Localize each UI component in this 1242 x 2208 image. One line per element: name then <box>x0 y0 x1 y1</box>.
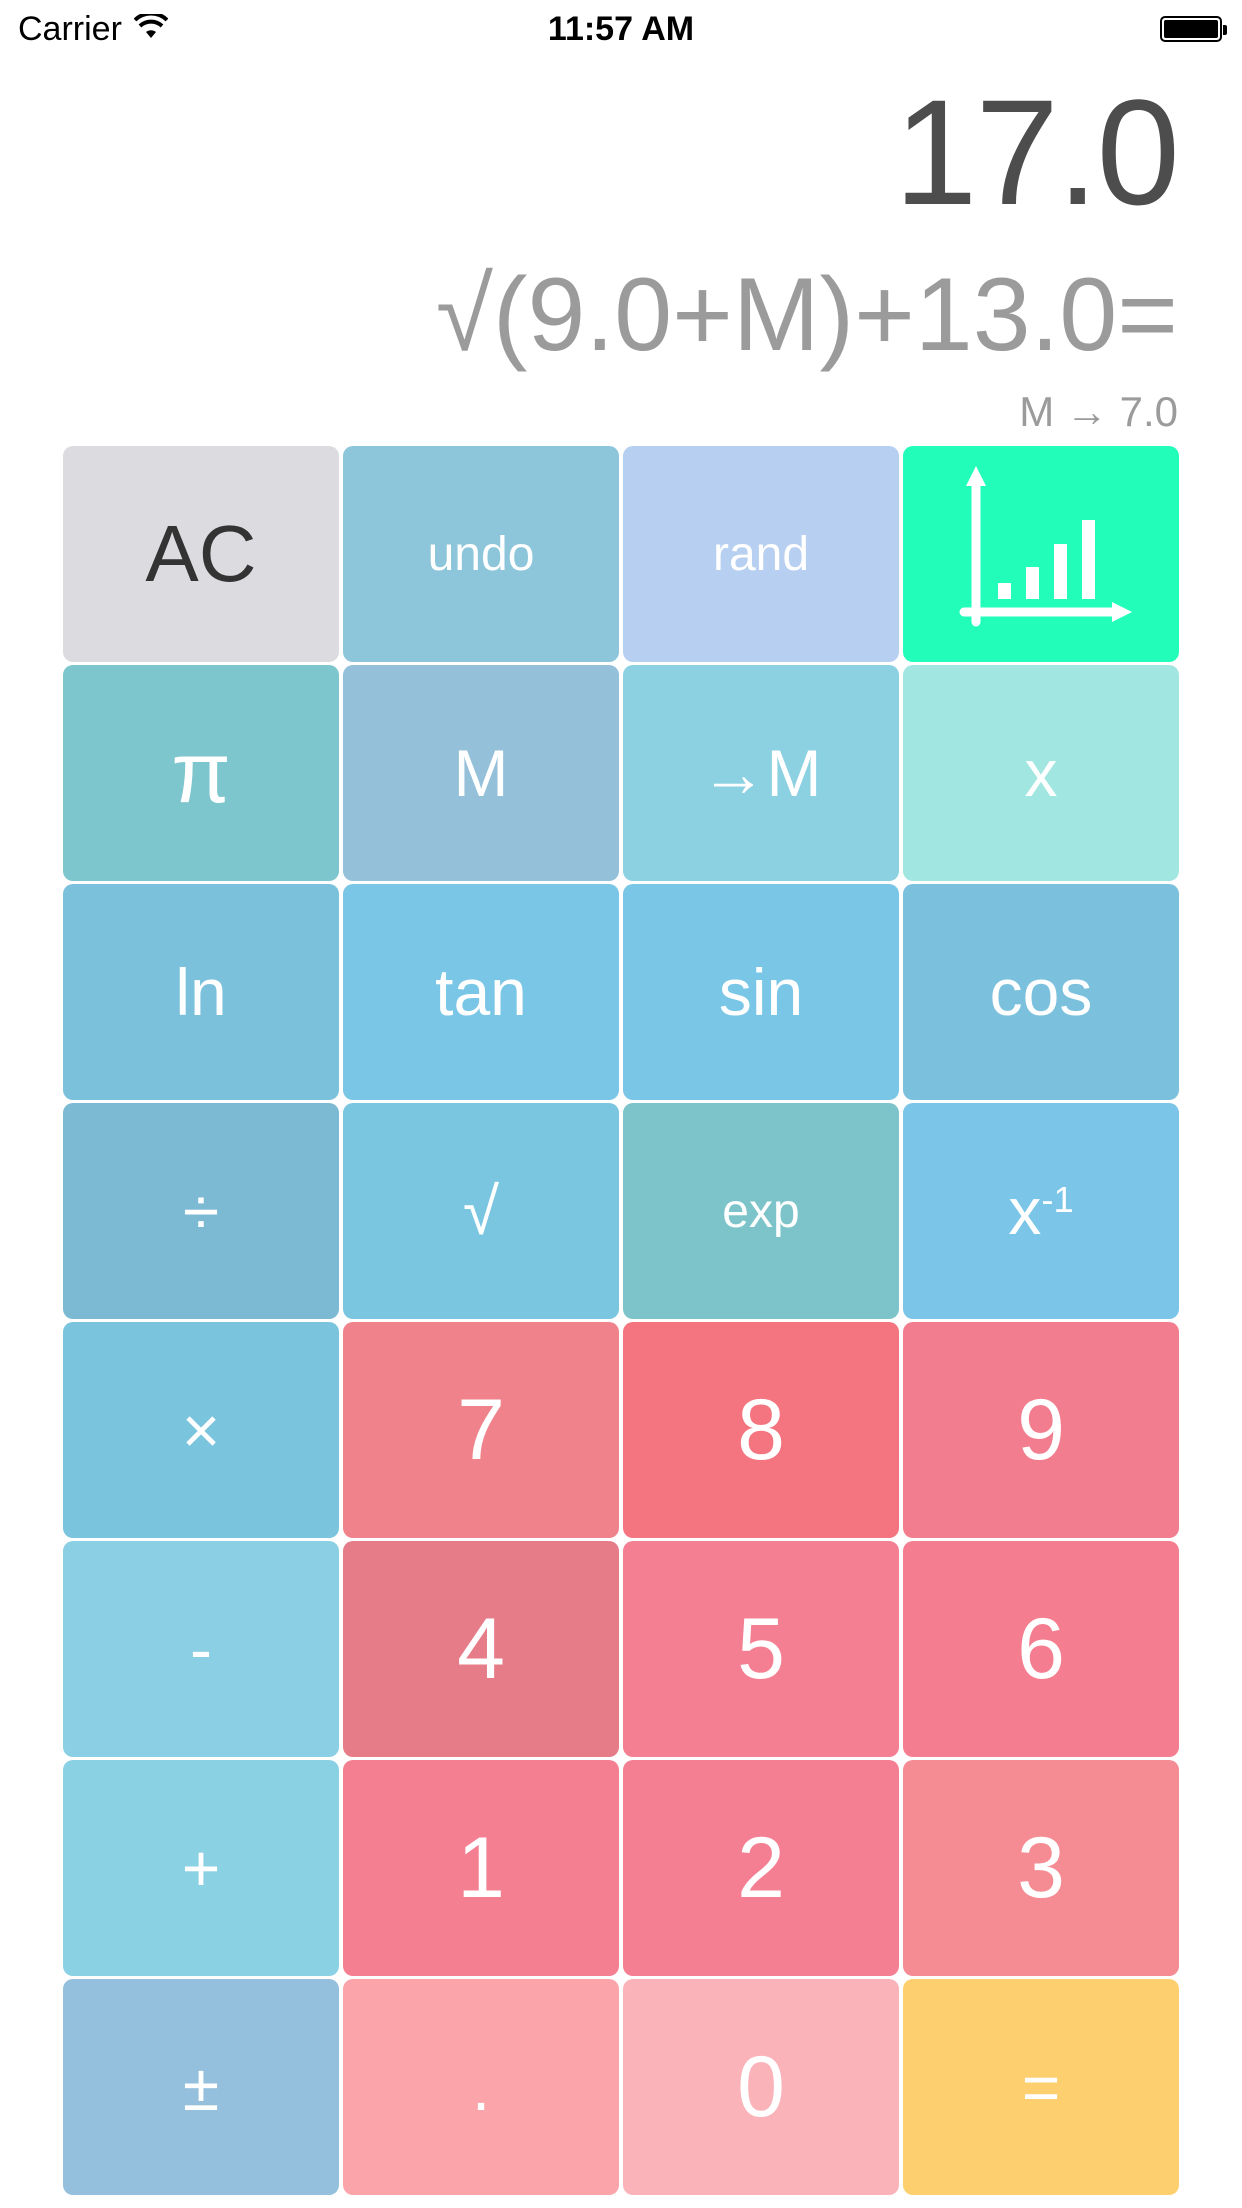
key-label: tan <box>435 955 527 1029</box>
decimal-button[interactable]: . <box>343 1979 619 2195</box>
eight-button[interactable]: 8 <box>623 1322 899 1538</box>
key-label: 6 <box>1017 1600 1065 1697</box>
key-label: undo <box>427 527 535 581</box>
key-label: 4 <box>457 1600 505 1697</box>
expression-display: √(9.0+M)+13.0= <box>435 257 1178 373</box>
key-label: exp <box>722 1184 800 1238</box>
undo-button[interactable]: undo <box>343 446 619 662</box>
key-label: π <box>171 724 231 821</box>
tan-button[interactable]: tan <box>343 884 619 1100</box>
plus-minus-button[interactable]: ± <box>63 1979 339 2195</box>
key-label: . <box>471 2050 491 2124</box>
zero-button[interactable]: 0 <box>623 1979 899 2195</box>
cos-button[interactable]: cos <box>903 884 1179 1100</box>
m-button[interactable]: M <box>343 665 619 881</box>
exp-button[interactable]: exp <box>623 1103 899 1319</box>
key-label: M <box>453 736 509 810</box>
key-label: 7 <box>457 1381 505 1478</box>
ln-button[interactable]: ln <box>63 884 339 1100</box>
key-label: + <box>181 1831 221 1905</box>
key-label: - <box>190 1612 212 1686</box>
store-m-button[interactable]: →M <box>623 665 899 881</box>
status-time: 11:57 AM <box>547 10 695 48</box>
divide-button[interactable]: ÷ <box>63 1103 339 1319</box>
nine-button[interactable]: 9 <box>903 1322 1179 1538</box>
key-label: rand <box>712 527 810 581</box>
seven-button[interactable]: 7 <box>343 1322 619 1538</box>
key-label: ln <box>175 955 227 1029</box>
four-button[interactable]: 4 <box>343 1541 619 1757</box>
key-label: 3 <box>1017 1819 1065 1916</box>
x-button[interactable]: x <box>903 665 1179 881</box>
key-label: AC <box>145 509 257 598</box>
key-label: 2 <box>737 1819 785 1916</box>
six-button[interactable]: 6 <box>903 1541 1179 1757</box>
key-label: 9 <box>1017 1381 1065 1478</box>
minus-button[interactable]: - <box>63 1541 339 1757</box>
keypad: AC undo rand π M →M x ln tan sin cos ÷ √ exp x -1 × 7 8 9-4… <box>63 446 1180 2200</box>
key-label: ± <box>182 2050 220 2124</box>
status-bar: Carrier 11:57 AM <box>0 0 1242 60</box>
memory-display: M → 7.0 <box>1019 388 1178 435</box>
key-superscript: -1 <box>1041 1179 1074 1221</box>
plus-button[interactable]: + <box>63 1760 339 1976</box>
equals-button[interactable]: = <box>903 1979 1179 2195</box>
key-label: cos <box>989 955 1093 1029</box>
key-label: = <box>1021 2050 1061 2124</box>
bar-chart-icon <box>946 462 1136 647</box>
graph-button[interactable] <box>903 446 1179 662</box>
sqrt-button[interactable]: √ <box>343 1103 619 1319</box>
key-label: x <box>1008 1174 1042 1248</box>
one-button[interactable]: 1 <box>343 1760 619 1976</box>
key-label: 5 <box>737 1600 785 1697</box>
key-label: 1 <box>457 1819 505 1916</box>
battery-icon <box>1160 16 1227 42</box>
result-display: 17.0 <box>894 68 1180 236</box>
key-label: 8 <box>737 1381 785 1478</box>
key-label: √ <box>462 1174 500 1248</box>
calculator-screen: Carrier 11:57 AM 17.0 √(9.0+M)+13.0= M →… <box>0 0 1242 2208</box>
three-button[interactable]: 3 <box>903 1760 1179 1976</box>
key-label: sin <box>718 955 804 1029</box>
sin-button[interactable]: sin <box>623 884 899 1100</box>
two-button[interactable]: 2 <box>623 1760 899 1976</box>
pi-button[interactable]: π <box>63 665 339 881</box>
key-label: x <box>1024 736 1058 810</box>
key-label: →M <box>700 736 822 810</box>
multiply-button[interactable]: × <box>63 1322 339 1538</box>
ac-button[interactable]: AC <box>63 446 339 662</box>
five-button[interactable]: 5 <box>623 1541 899 1757</box>
key-label: × <box>181 1393 221 1467</box>
rand-button[interactable]: rand <box>623 446 899 662</box>
key-label: 0 <box>737 2038 785 2135</box>
key-label: ÷ <box>182 1174 220 1248</box>
reciprocal-button[interactable]: x -1 <box>903 1103 1179 1319</box>
